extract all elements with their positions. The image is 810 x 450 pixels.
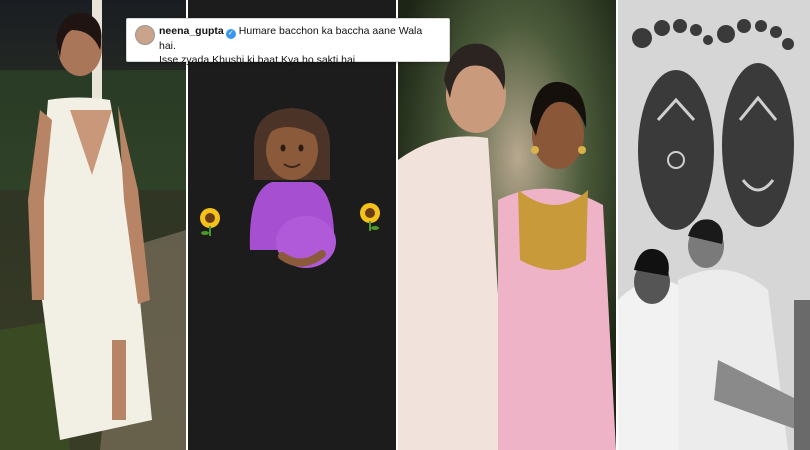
instagram-caption-card: neena_gupta ✓ Humare bacchon ka baccha aan… <box>126 18 450 66</box>
emoji-panel <box>188 0 396 450</box>
photo-panel-footprints-couple <box>618 0 810 450</box>
verified-badge-icon: ✓ <box>225 29 236 39</box>
photo-panel-couple-traditional <box>398 0 616 450</box>
caption-line-2: Isse zyada Khushi ki baat Kya ho sakti h… <box>159 54 356 66</box>
caption-username[interactable]: neena_gupta <box>159 25 224 37</box>
profile-avatar[interactable] <box>135 25 155 45</box>
photo-panel-woman-white-dress <box>0 0 186 450</box>
